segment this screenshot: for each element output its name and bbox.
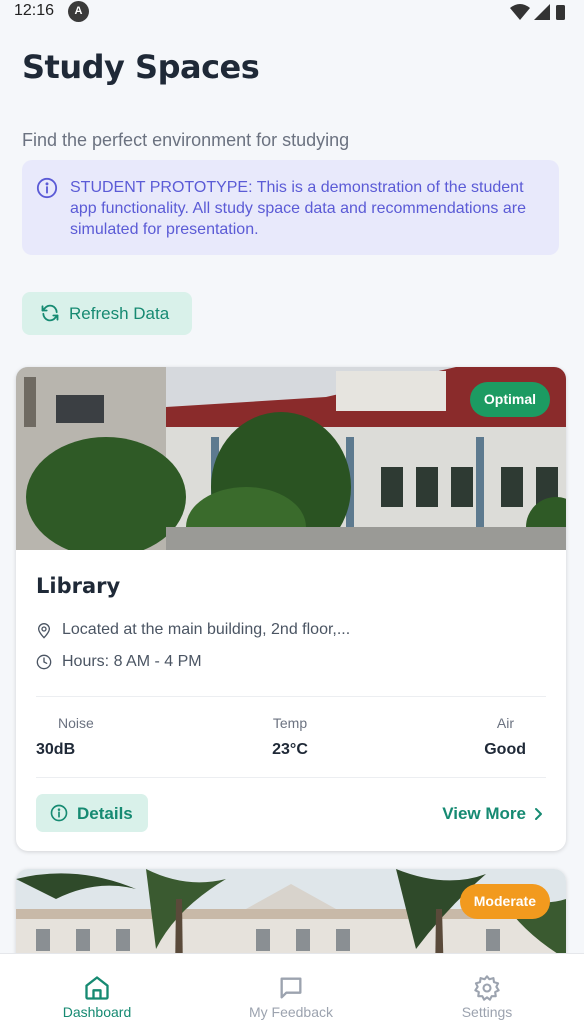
nav-label: Settings (461, 1004, 513, 1020)
metric-value: 23°C (272, 741, 308, 758)
nav-my-feedback[interactable]: My Feedback (194, 954, 388, 1029)
metric-value: 30dB (36, 741, 76, 758)
nav-dashboard[interactable]: Dashboard (0, 954, 194, 1029)
bottom-navigation: Dashboard My Feedback Settings (0, 953, 584, 1029)
divider (36, 777, 546, 778)
metric-label: Noise (58, 715, 94, 731)
details-label: Details (77, 804, 133, 823)
system-status-icons (510, 4, 565, 20)
signal-icon (534, 4, 550, 20)
status-time: 12:16 (14, 2, 55, 19)
metric-temp: Temp 23°C (240, 715, 340, 759)
view-more-link[interactable]: View More (442, 804, 544, 824)
nav-label: My Feedback (248, 1004, 334, 1020)
notification-a-icon: A (68, 1, 89, 22)
info-icon (50, 804, 68, 822)
refresh-data-button[interactable]: Refresh Data (22, 292, 192, 335)
view-more-label: View More (442, 804, 526, 823)
gear-icon (474, 975, 500, 1001)
refresh-data-label: Refresh Data (69, 304, 170, 323)
notice-text: STUDENT PROTOTYPE: This is a demonstrati… (70, 179, 526, 238)
status-badge: Moderate (459, 884, 550, 919)
clock-icon (36, 654, 52, 670)
details-button[interactable]: Details (36, 794, 148, 832)
home-icon (85, 976, 109, 1000)
space-name: Library (36, 574, 121, 598)
metric-air: Air Good (426, 715, 526, 759)
status-bar: 12:16 A (0, 0, 584, 24)
info-icon (36, 177, 58, 199)
location-text: Located at the main building, 2nd floor,… (62, 621, 351, 638)
nav-settings[interactable]: Settings (390, 954, 584, 1029)
metric-label: Temp (272, 715, 308, 731)
nav-label: Dashboard (62, 1004, 132, 1020)
refresh-icon (41, 304, 59, 322)
location-row: Located at the main building, 2nd floor,… (36, 621, 536, 641)
message-icon (280, 977, 302, 999)
prototype-notice: STUDENT PROTOTYPE: This is a demonstrati… (22, 160, 559, 255)
metric-label: Air (496, 715, 514, 731)
status-badge: Optimal (469, 382, 550, 417)
wifi-icon (510, 4, 530, 20)
page-title: Study Spaces (22, 48, 260, 86)
metric-noise: Noise 30dB (36, 715, 136, 759)
page-subtitle: Find the perfect environment for studyin… (22, 130, 350, 150)
battery-icon (556, 5, 565, 20)
hours-text: Hours: 8 AM - 4 PM (62, 653, 202, 670)
metric-value: Good (484, 741, 526, 758)
chevron-right-icon (535, 808, 542, 820)
study-space-card-library[interactable]: Optimal Library Located at the main buil… (16, 367, 566, 851)
divider (36, 696, 546, 697)
hours-row: Hours: 8 AM - 4 PM (36, 653, 536, 673)
location-pin-icon (37, 623, 51, 639)
